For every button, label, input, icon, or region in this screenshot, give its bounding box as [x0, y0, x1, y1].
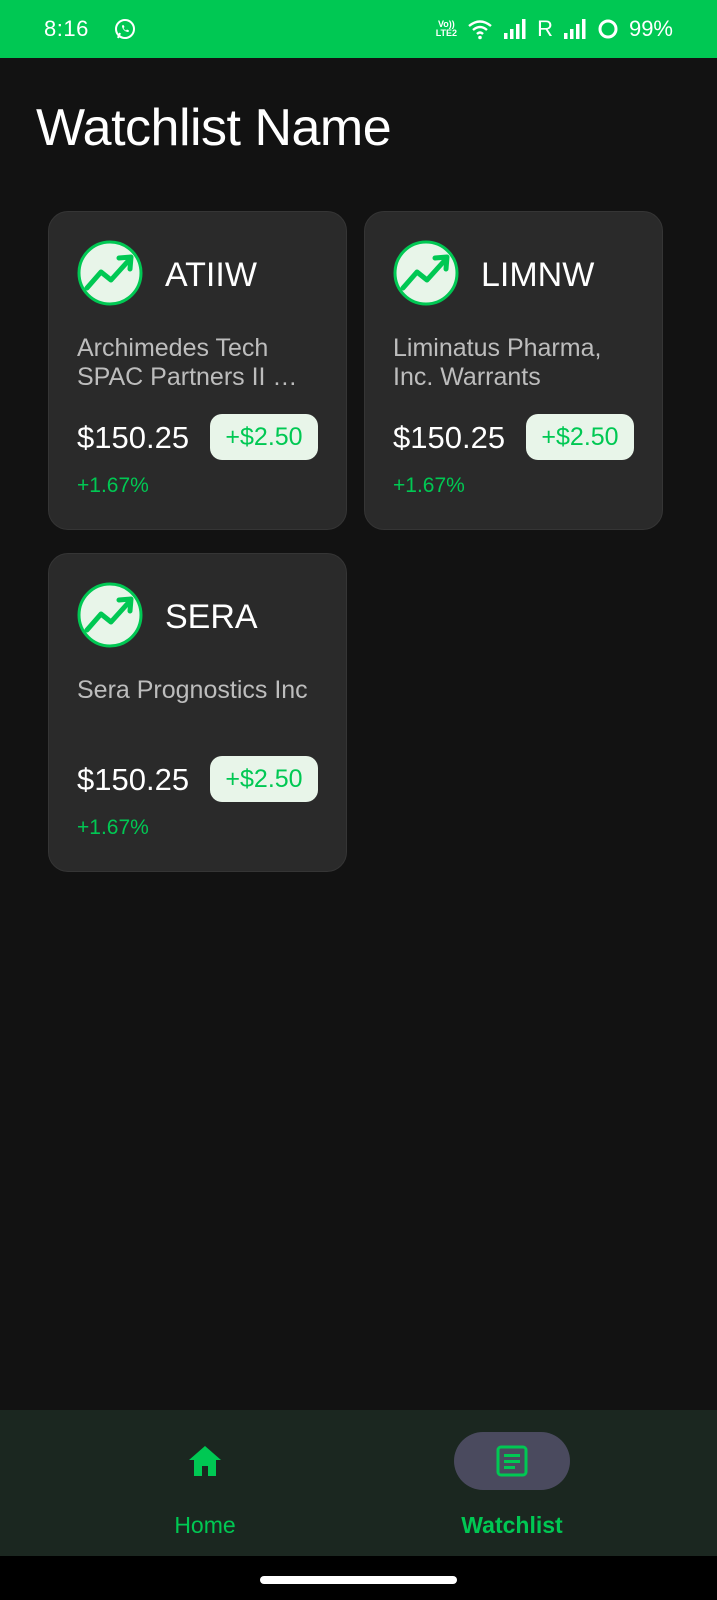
stock-price: $150.25	[393, 420, 506, 455]
home-icon	[147, 1432, 263, 1490]
price-change-badge: +$2.50	[210, 756, 318, 802]
whatsapp-icon	[113, 17, 137, 41]
stock-ticker: SERA	[165, 598, 258, 636]
company-name: Archimedes Tech SPAC Partners II …	[77, 334, 298, 391]
trend-up-icon	[77, 240, 143, 306]
battery-icon	[597, 18, 619, 40]
trend-up-icon	[77, 582, 143, 648]
stock-price: $150.25	[77, 762, 190, 797]
company-name: Sera Prognostics Inc	[77, 676, 308, 704]
screen: 8:16 Vo)) LTE2 R 99% Watchlist Name ATII…	[0, 0, 717, 1600]
stock-card[interactable]: LIMNW Liminatus Pharma, Inc. Warrants $1…	[364, 211, 663, 530]
volte-icon: Vo)) LTE2	[435, 19, 458, 38]
price-change-badge: +$2.50	[210, 414, 318, 460]
signal-icon	[563, 18, 587, 40]
page-title: Watchlist Name	[36, 99, 392, 157]
bottom-nav: Home Watchlist	[0, 1410, 717, 1556]
nav-item-watchlist[interactable]: Watchlist	[333, 1410, 691, 1556]
home-gesture-handle[interactable]	[260, 1576, 457, 1584]
status-bar: 8:16 Vo)) LTE2 R 99%	[0, 0, 717, 58]
wifi-icon	[467, 18, 493, 40]
nav-label-watchlist: Watchlist	[461, 1512, 563, 1538]
nav-label-home: Home	[174, 1512, 236, 1538]
gesture-area	[0, 1556, 717, 1600]
roaming-label: R	[537, 16, 553, 41]
percent-change: +1.67%	[77, 816, 149, 839]
list-icon	[454, 1432, 570, 1490]
stock-price: $150.25	[77, 420, 190, 455]
trend-up-icon	[393, 240, 459, 306]
stock-card[interactable]: SERA Sera Prognostics Inc $150.25 +$2.50…	[48, 553, 347, 872]
company-name: Liminatus Pharma, Inc. Warrants	[393, 334, 602, 391]
battery-percent: 99%	[628, 16, 673, 41]
price-change-badge: +$2.50	[526, 414, 634, 460]
signal-icon	[503, 18, 527, 40]
percent-change: +1.67%	[77, 474, 149, 497]
status-time: 8:16	[44, 16, 89, 41]
stock-ticker: ATIIW	[165, 256, 257, 294]
percent-change: +1.67%	[393, 474, 465, 497]
stock-card[interactable]: ATIIW Archimedes Tech SPAC Partners II ……	[48, 211, 347, 530]
nav-item-home[interactable]: Home	[26, 1410, 384, 1556]
stock-ticker: LIMNW	[481, 256, 595, 294]
